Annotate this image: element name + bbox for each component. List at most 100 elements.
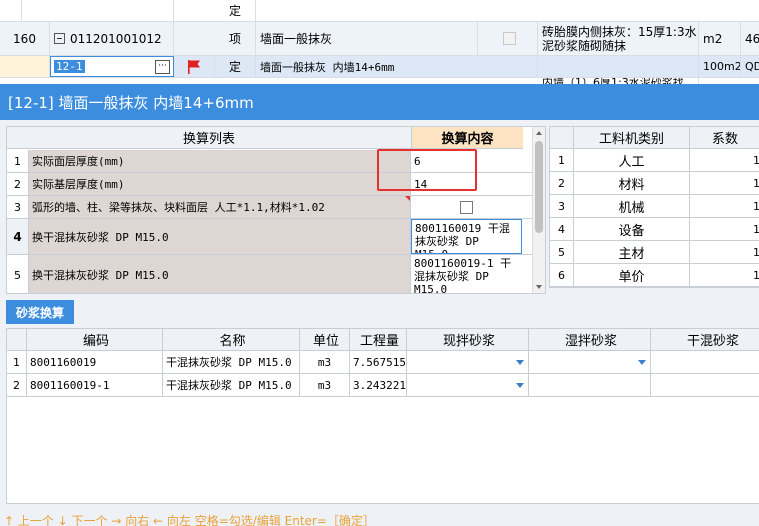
column-header-code: 编码 <box>27 329 163 350</box>
row-index: 2 <box>550 172 574 194</box>
row-index: 1 <box>550 149 574 171</box>
coef-cell[interactable]: 1 <box>690 172 759 194</box>
material-type-row[interactable]: 3 机械 1 <box>550 195 759 218</box>
flag-cell <box>174 56 215 77</box>
type-cell: 机械 <box>574 195 690 217</box>
material-type-row[interactable]: 1 人工 1 <box>550 149 759 172</box>
row-index: 6 <box>550 264 574 286</box>
code-text: 011201001012 <box>70 31 162 46</box>
table-row[interactable]: 定 <box>0 0 759 22</box>
conversion-row[interactable]: 3 弧形的墙、柱、梁等抹灰、块料面层 人工*1.1,材料*1.02 <box>7 196 537 219</box>
coef-cell[interactable]: 1 <box>690 195 759 217</box>
chevron-down-icon[interactable] <box>516 383 524 388</box>
chevron-down-icon[interactable] <box>516 360 524 365</box>
type-cell: 单价 <box>574 264 690 286</box>
row-index: 1 <box>7 351 27 373</box>
vertical-scrollbar[interactable] <box>532 127 545 293</box>
conversion-name: 换干混抹灰砂浆 DP M15.0 <box>29 219 411 254</box>
mortar-row[interactable]: 1 8001160019 干混抹灰砂浆 DP M15.0 m3 7.567515 <box>7 351 759 374</box>
material-type-row[interactable]: 5 主材 1 <box>550 241 759 264</box>
column-header-content: 换算内容 <box>412 127 523 149</box>
coef-cell[interactable]: 1 <box>690 241 759 263</box>
window-title: [12-1] 墙面一般抹灰 内墙14+6mm <box>0 84 759 120</box>
dry-mortar-select[interactable] <box>651 374 759 396</box>
type-cell: 材料 <box>574 172 690 194</box>
row-index: 3 <box>7 196 29 218</box>
column-header-dry-mortar: 干混砂浆 <box>651 329 759 350</box>
scroll-up-arrow-icon[interactable] <box>536 131 542 135</box>
coef-cell[interactable]: 1 <box>690 264 759 286</box>
table-row-selected[interactable]: 12-1 ··· 定 墙面一般抹灰 内墙14+6mm 100m2 QD <box>0 56 759 78</box>
table-row[interactable]: 160 011201001012 项 墙面一般抹灰 砖胎膜内侧抹灰：15厚1:3… <box>0 22 759 56</box>
material-type-row[interactable]: 2 材料 1 <box>550 172 759 195</box>
name-cell: 干混抹灰砂浆 DP M15.0 <box>163 374 300 396</box>
coef-cell[interactable]: 1 <box>690 149 759 171</box>
unit-cell: m3 <box>300 351 350 373</box>
conversion-name: 弧形的墙、柱、梁等抹灰、块料面层 人工*1.1,材料*1.02 <box>29 196 411 218</box>
collapse-icon[interactable] <box>54 33 65 44</box>
mortar-replace-value[interactable]: 8001160019 干混抹灰砂浆 DP M15.0 <box>411 219 522 254</box>
name-cell: 干混抹灰砂浆 DP M15.0 <box>163 351 300 373</box>
dry-mortar-select[interactable] <box>651 351 759 373</box>
row-index: 160 <box>0 22 50 55</box>
material-type-table: 工料机类别 系数 1 人工 1 2 材料 1 3 机械 1 4 设备 1 5 主… <box>549 126 759 288</box>
code-input-text[interactable]: 12-1 <box>54 60 85 73</box>
highlight-box <box>377 149 477 191</box>
curved-wall-checkbox-cell[interactable] <box>411 196 522 218</box>
row-index: 4 <box>7 219 29 254</box>
mortar-header: 编码 名称 单位 工程量 现拌砂浆 湿拌砂浆 干混砂浆 <box>7 329 759 351</box>
ellipsis-button[interactable]: ··· <box>155 60 170 74</box>
mortar-table: 编码 名称 单位 工程量 现拌砂浆 湿拌砂浆 干混砂浆 1 8001160019… <box>6 328 759 504</box>
wet-mortar-select[interactable] <box>529 351 651 373</box>
material-type-row[interactable]: 4 设备 1 <box>550 218 759 241</box>
type-cell: 定 <box>215 0 256 21</box>
keyboard-hint-bar: ↑ 上一个 ↓ 下一个 → 向右 ← 向左 空格=勾选/编辑 Enter=［确定… <box>4 514 375 526</box>
mortar-replace-value[interactable]: 8001160019-1 干混抹灰砂浆 DP M15.0 <box>411 255 522 293</box>
conversion-table: 换算列表 换算内容 1 实际面层厚度(mm) 6 2 实际基层厚度(mm) 14… <box>6 126 546 294</box>
quota-list-grid: 定 160 011201001012 项 墙面一般抹灰 砖胎膜内侧抹灰：15厚1… <box>0 0 759 88</box>
tab-mortar-conversion[interactable]: 砂浆换算 <box>6 300 74 324</box>
code-editor[interactable]: 12-1 ··· <box>50 56 174 77</box>
chevron-down-icon[interactable] <box>638 360 646 365</box>
column-header-site-mortar: 现拌砂浆 <box>407 329 529 350</box>
column-header-coef: 系数 <box>711 132 738 147</box>
material-type-header: 工料机类别 系数 <box>550 127 759 149</box>
type-cell: 项 <box>215 22 256 55</box>
qty-cell: 46 <box>741 22 759 55</box>
row-index: 5 <box>7 255 29 293</box>
checkbox[interactable] <box>460 200 473 214</box>
column-header-qty: 工程量 <box>350 329 407 350</box>
conversion-row[interactable]: 5 换干混抹灰砂浆 DP M15.0 8001160019-1 干混抹灰砂浆 D… <box>7 255 537 293</box>
row-index: 2 <box>7 374 27 396</box>
column-header-name: 名称 <box>163 329 300 350</box>
type-cell: 设备 <box>574 218 690 240</box>
code-cell: 8001160019-1 <box>27 374 163 396</box>
row-index: 1 <box>7 150 29 172</box>
scroll-down-arrow-icon[interactable] <box>536 285 542 289</box>
material-type-row[interactable]: 6 单价 1 <box>550 264 759 287</box>
scroll-thumb[interactable] <box>535 141 543 233</box>
mortar-row[interactable]: 2 8001160019-1 干混抹灰砂浆 DP M15.0 m3 3.2432… <box>7 374 759 397</box>
type-cell: 主材 <box>574 241 690 263</box>
site-mortar-select[interactable] <box>407 351 529 373</box>
name-cell: 墙面一般抹灰 内墙14+6mm <box>256 56 538 77</box>
row-index: 4 <box>550 218 574 240</box>
row-index: 5 <box>550 241 574 263</box>
wet-mortar-select[interactable] <box>529 374 651 396</box>
column-header-list: 换算列表 <box>7 127 412 149</box>
name-cell: 墙面一般抹灰 <box>256 22 478 55</box>
column-header-unit: 单位 <box>300 329 350 350</box>
coef-cell[interactable]: 1 <box>690 218 759 240</box>
type-cell: 人工 <box>574 149 690 171</box>
unit-cell: 100m2 <box>699 56 741 77</box>
conversion-name: 实际面层厚度(mm) <box>29 150 411 172</box>
checkbox-cell[interactable] <box>478 22 538 55</box>
qty-cell: 3.243221 <box>350 374 407 396</box>
conversion-row[interactable]: 4 换干混抹灰砂浆 DP M15.0 8001160019 干混抹灰砂浆 DP … <box>7 219 537 255</box>
row-index: 3 <box>550 195 574 217</box>
site-mortar-select[interactable] <box>407 374 529 396</box>
row-index: 2 <box>7 173 29 195</box>
conversion-name: 实际基层厚度(mm) <box>29 173 411 195</box>
column-header-wet-mortar: 湿拌砂浆 <box>529 329 651 350</box>
checkbox[interactable] <box>503 32 516 45</box>
